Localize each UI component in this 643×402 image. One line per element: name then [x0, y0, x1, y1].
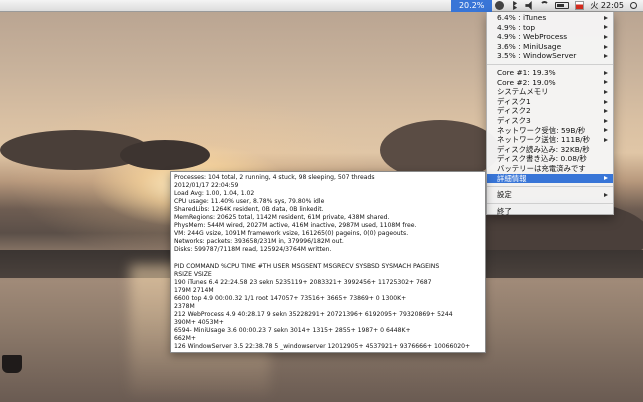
menu-separator — [487, 202, 613, 204]
process-row: 190 iTunes 6.4 22:24.58 23 sekn 5235119+… — [174, 278, 432, 286]
submenu-arrow-icon — [604, 44, 608, 49]
menu-item-stat[interactable]: ディスク3 — [487, 116, 613, 126]
process-row: 390M+ 4053M+ — [174, 318, 224, 326]
submenu-arrow-icon — [604, 99, 608, 104]
menu-item-stat[interactable]: ネットワーク送信: 111B/秒 — [487, 135, 613, 145]
cpu-usage-value: 20.2% — [458, 1, 485, 10]
detail-line: MemRegions: 20625 total, 1142M resident,… — [174, 214, 390, 222]
menu-item-stat[interactable]: Core #1: 19.3% — [487, 68, 613, 78]
detail-line: CPU usage: 11.40% user, 8.78% sys, 79.80… — [174, 198, 325, 206]
detail-line: Disks: 599787/7118M read, 125924/3764M w… — [174, 246, 332, 254]
flag-icon[interactable] — [575, 1, 585, 10]
menu-item-process[interactable]: 4.9% : top — [487, 23, 613, 33]
submenu-arrow-icon — [604, 192, 608, 197]
process-table-header: PID COMMAND %CPU TIME #TH USER MSGSENT M… — [174, 262, 440, 270]
cpu-usage-menu[interactable]: 20.2% — [450, 0, 493, 12]
menu-item-stat[interactable]: ディスク2 — [487, 106, 613, 116]
menu-item-label: Core #1: 19.3% — [497, 67, 556, 77]
menu-item-process[interactable]: 3.6% : MiniUsage — [487, 42, 613, 52]
submenu-arrow-icon — [604, 34, 608, 39]
submenu-arrow-icon — [604, 109, 608, 114]
submenu-arrow-icon — [604, 118, 608, 123]
menu-item-label: ディスク読み込み: 32KB/秒 — [497, 144, 590, 154]
details-popup: Processes: 104 total, 2 running, 4 stuck… — [170, 171, 486, 353]
detail-line: Processes: 104 total, 2 running, 4 stuck… — [174, 174, 375, 181]
menu-item-label: 6.4% : iTunes — [497, 13, 547, 22]
menubar-clock[interactable]: 火 22:05 — [587, 0, 627, 12]
menu-item-details[interactable]: 詳細情報 — [487, 173, 613, 184]
cloud — [120, 140, 210, 170]
menu-item-stat[interactable]: システムメモリ — [487, 87, 613, 97]
menu-item-stat[interactable]: ディスク1 — [487, 97, 613, 107]
boat — [2, 355, 22, 373]
menu-item-label: ネットワーク受信: 59B/秒 — [497, 125, 586, 135]
menu-item-process[interactable]: 3.5% : WindowServer — [487, 51, 613, 61]
detail-line: 2012/01/17 22:04:59 — [174, 182, 239, 190]
menu-item-label: ディスク1 — [497, 96, 531, 106]
cpu-dropdown-menu: 6.4% : iTunes 4.9% : top 4.9% : WebProce… — [486, 12, 614, 217]
process-row: 662M+ — [174, 334, 196, 342]
submenu-arrow-icon — [604, 89, 608, 94]
menu-item-settings[interactable]: 設定 — [487, 190, 613, 200]
menu-item-quit[interactable]: 終了 — [487, 207, 613, 217]
menu-item-process[interactable]: 6.4% : iTunes — [487, 13, 613, 23]
menu-item-label: 終了 — [497, 206, 512, 216]
menu-item-label: 3.5% : WindowServer — [497, 51, 577, 61]
process-row: 126 WindowServer 3.5 22:38.78 5 _windows… — [174, 342, 471, 350]
menu-item-stat[interactable]: ネットワーク受信: 59B/秒 — [487, 126, 613, 136]
process-row: 179M 2714M — [174, 286, 214, 294]
menu-item-label: 4.9% : WebProcess — [497, 32, 568, 42]
menu-item-label: ネットワーク送信: 111B/秒 — [497, 135, 591, 145]
menu-item-label: システムメモリ — [497, 87, 549, 97]
process-row: 6600 top 4.9 00:00.32 1/1 root 147057+ 7… — [174, 294, 407, 302]
volume-icon[interactable] — [525, 1, 532, 10]
detail-line: Networks: packets: 393658/231M in, 37999… — [174, 238, 344, 246]
menu-item-label: Core #2: 19.0% — [497, 77, 556, 87]
menu-item-label: 3.6% : MiniUsage — [497, 41, 562, 51]
menu-item-label: 設定 — [497, 190, 512, 200]
menu-item-label: ディスク3 — [497, 115, 531, 125]
wifi-icon[interactable] — [540, 1, 550, 10]
detail-line: Load Avg: 1.00, 1.04, 1.02 — [174, 190, 255, 198]
menu-item-label: バッテリーは充電済みです — [497, 163, 586, 173]
time-machine-icon[interactable] — [495, 1, 505, 10]
submenu-arrow-icon — [604, 25, 608, 30]
menu-item-label: ディスク書き込み: 0.08/秒 — [497, 154, 587, 164]
submenu-arrow-icon — [604, 137, 608, 142]
bluetooth-icon[interactable] — [513, 1, 518, 10]
menu-separator — [487, 186, 613, 188]
detail-line: SharedLibs: 1264K resident, 0B data, 0B … — [174, 206, 324, 214]
spotlight-icon[interactable] — [630, 2, 637, 9]
submenu-arrow-icon — [604, 80, 608, 85]
process-table-header: RSIZE VSIZE — [174, 270, 212, 278]
menu-item-stat[interactable]: ディスク書き込み: 0.08/秒 — [487, 154, 613, 164]
process-row: 6594- MiniUsage 3.6 00:00.23 7 sekn 3014… — [174, 326, 411, 334]
menu-item-process[interactable]: 4.9% : WebProcess — [487, 32, 613, 42]
submenu-arrow-icon — [604, 128, 608, 133]
submenu-arrow-icon — [604, 70, 608, 75]
menu-item-stat[interactable]: Core #2: 19.0% — [487, 78, 613, 88]
menu-item-stat[interactable]: ディスク読み込み: 32KB/秒 — [487, 145, 613, 155]
menu-item-label: ディスク2 — [497, 106, 531, 116]
process-row: 212 WebProcess 4.9 40:28.17 9 sekn 35228… — [174, 310, 453, 318]
detail-line: VM: 244G vsize, 1091M framework vsize, 1… — [174, 230, 409, 238]
menu-separator — [487, 63, 613, 65]
menu-item-stat[interactable]: バッテリーは充電済みです — [487, 164, 613, 174]
menu-item-label: 詳細情報 — [497, 173, 527, 183]
menu-item-label: 4.9% : top — [497, 22, 536, 32]
submenu-arrow-icon — [604, 176, 608, 181]
submenu-arrow-icon — [604, 15, 608, 20]
detail-line: PhysMem: 544M wired, 2027M active, 416M … — [174, 222, 417, 230]
submenu-arrow-icon — [604, 54, 608, 59]
process-row: 2378M — [174, 302, 195, 310]
menu-bar: 20.2% 火 22:05 — [0, 0, 643, 12]
battery-icon[interactable] — [555, 2, 570, 9]
